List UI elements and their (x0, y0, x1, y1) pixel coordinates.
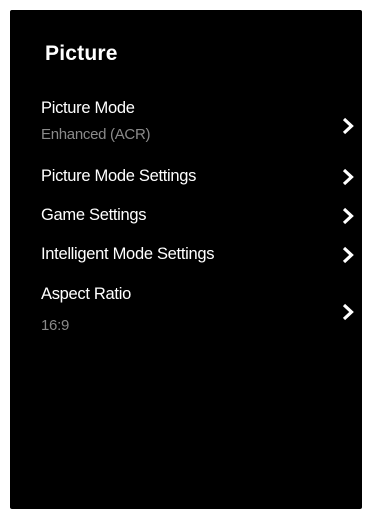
menu-item-label: Aspect Ratio (41, 285, 131, 303)
menu-item-label: Picture Mode (41, 99, 135, 117)
menu-item-picture-mode[interactable]: Picture Mode Enhanced (ACR) (10, 92, 362, 154)
menu-item-label: Intelligent Mode Settings (41, 245, 215, 263)
chevron-right-icon (342, 168, 354, 186)
menu-item-label: Game Settings (41, 206, 147, 224)
menu-item-game-settings[interactable]: Game Settings (10, 201, 362, 235)
menu-item-value: 16:9 (41, 317, 69, 334)
chevron-right-icon (342, 117, 354, 135)
chevron-right-icon (342, 303, 354, 321)
panel-title: Picture (45, 42, 118, 65)
menu-item-value: Enhanced (ACR) (41, 126, 151, 143)
chevron-right-icon (342, 207, 354, 225)
menu-item-aspect-ratio[interactable]: Aspect Ratio 16:9 (10, 280, 362, 342)
menu-item-intelligent-mode-settings[interactable]: Intelligent Mode Settings (10, 240, 362, 274)
menu-item-picture-mode-settings[interactable]: Picture Mode Settings (10, 162, 362, 196)
chevron-right-icon (342, 246, 354, 264)
picture-settings-panel: Picture Picture Mode Enhanced (ACR) Pict… (10, 10, 362, 509)
menu-item-label: Picture Mode Settings (41, 167, 197, 185)
